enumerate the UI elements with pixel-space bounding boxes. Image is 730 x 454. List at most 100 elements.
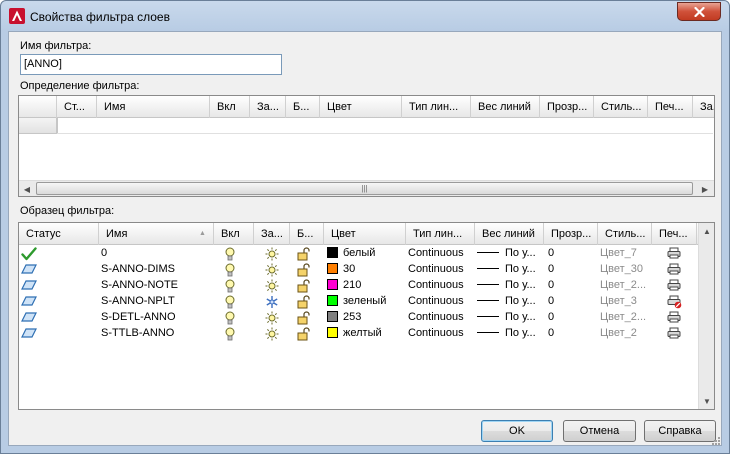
unlock-icon[interactable] <box>297 245 324 261</box>
linetype[interactable]: Continuous <box>408 325 475 341</box>
filter-name-input[interactable]: [ANNO] <box>20 54 282 75</box>
lineweight[interactable]: По у... <box>477 261 544 277</box>
thaw-sun-icon[interactable] <box>265 261 290 277</box>
lineweight[interactable]: По у... <box>477 309 544 325</box>
layer-on-bulb-icon[interactable] <box>224 293 254 309</box>
scrollbar-thumb[interactable]: ||| <box>36 182 693 195</box>
plot-printer-icon[interactable] <box>667 277 697 293</box>
layer-row[interactable]: S-TTLB-ANNO желтый Continuous По у... 0 Цвет_… <box>19 325 714 341</box>
transparency[interactable]: 0 <box>548 325 598 341</box>
layer-color[interactable]: белый <box>327 245 406 261</box>
layer-on-bulb-icon[interactable] <box>224 277 254 293</box>
thaw-sun-icon[interactable] <box>265 277 290 293</box>
scroll-up-icon[interactable]: ▲ <box>699 223 714 239</box>
prev-col-4[interactable]: Б... <box>290 223 324 245</box>
ok-button[interactable]: OK <box>481 420 553 442</box>
layer-color[interactable]: зеленый <box>327 293 406 309</box>
unlock-icon[interactable] <box>297 261 324 277</box>
layer-name[interactable]: 0 <box>101 245 214 261</box>
layer-row[interactable]: S-ANNO-NPLT зеленый Continuous По у... 0 Цвет… <box>19 293 714 309</box>
layer-color[interactable]: 210 <box>327 277 406 293</box>
lineweight[interactable]: По у... <box>477 293 544 309</box>
linetype[interactable]: Continuous <box>408 309 475 325</box>
unlock-icon[interactable] <box>297 325 324 341</box>
close-button[interactable] <box>677 2 721 21</box>
cancel-button[interactable]: Отмена <box>563 420 636 442</box>
unlock-icon[interactable] <box>297 293 324 309</box>
prev-col-3[interactable]: За... <box>254 223 290 245</box>
lineweight[interactable]: По у... <box>477 245 544 261</box>
transparency[interactable]: 0 <box>548 309 598 325</box>
no-plot-printer-icon[interactable] <box>667 293 697 309</box>
layer-name[interactable]: S-ANNO-NPLT <box>101 293 214 309</box>
layer-name[interactable]: S-ANNO-NOTE <box>101 277 214 293</box>
layer-status-icon[interactable] <box>21 277 99 293</box>
layer-on-bulb-icon[interactable] <box>224 325 254 341</box>
layer-on-bulb-icon[interactable] <box>224 309 254 325</box>
scroll-left-icon[interactable]: ◀ <box>19 181 35 196</box>
scroll-right-icon[interactable]: ▶ <box>697 181 713 196</box>
scroll-down-icon[interactable]: ▼ <box>699 393 714 409</box>
definition-empty-row[interactable] <box>57 118 713 134</box>
transparency[interactable]: 0 <box>548 277 598 293</box>
title-bar[interactable]: Свойства фильтра слоев <box>1 1 729 31</box>
def-col-9[interactable]: Стиль... <box>594 96 648 118</box>
transparency[interactable]: 0 <box>548 293 598 309</box>
unlock-icon[interactable] <box>297 277 324 293</box>
layer-color[interactable]: 253 <box>327 309 406 325</box>
def-col-3[interactable]: За... <box>250 96 286 118</box>
plot-printer-icon[interactable] <box>667 325 697 341</box>
def-col-5[interactable]: Цвет <box>320 96 402 118</box>
filter-definition-grid[interactable]: Ст... Имя Вкл За... Б... Цвет Тип лин... Вес ли… <box>18 95 715 197</box>
def-col-11[interactable]: За... <box>693 96 714 118</box>
prev-col-1[interactable]: Имя <box>99 223 214 245</box>
def-col-10[interactable]: Печ... <box>648 96 693 118</box>
thaw-sun-icon[interactable] <box>265 309 290 325</box>
prev-col-8[interactable]: Прозр... <box>544 223 598 245</box>
linetype[interactable]: Continuous <box>408 293 475 309</box>
layer-status-icon[interactable] <box>21 293 99 309</box>
layer-on-bulb-icon[interactable] <box>224 261 254 277</box>
lineweight[interactable]: По у... <box>477 325 544 341</box>
layer-name[interactable]: S-ANNO-DIMS <box>101 261 214 277</box>
prev-col-0[interactable]: Статус <box>19 223 99 245</box>
def-col-8[interactable]: Прозр... <box>540 96 594 118</box>
prev-col-9[interactable]: Стиль... <box>598 223 652 245</box>
layer-row[interactable]: S-DETL-ANNO 253 Continuous По у... 0 Цвет_2..… <box>19 309 714 325</box>
preview-vertical-scrollbar[interactable]: ▲ ▼ <box>698 223 714 409</box>
lineweight[interactable]: По у... <box>477 277 544 293</box>
layer-status-icon[interactable] <box>21 309 99 325</box>
layer-color[interactable]: 30 <box>327 261 406 277</box>
layer-name[interactable]: S-DETL-ANNO <box>101 309 214 325</box>
def-col-0[interactable]: Ст... <box>57 96 97 118</box>
linetype[interactable]: Continuous <box>408 245 475 261</box>
prev-col-2[interactable]: Вкл <box>214 223 254 245</box>
def-col-7[interactable]: Вес линий <box>471 96 540 118</box>
help-button[interactable]: Справка <box>644 420 716 442</box>
def-col-1[interactable]: Имя <box>97 96 210 118</box>
unlock-icon[interactable] <box>297 309 324 325</box>
resize-grip-icon[interactable] <box>711 436 721 446</box>
thaw-sun-icon[interactable] <box>265 245 290 261</box>
def-col-6[interactable]: Тип лин... <box>402 96 471 118</box>
transparency[interactable]: 0 <box>548 245 598 261</box>
layer-row[interactable]: S-ANNO-DIMS 30 Continuous По у... 0 Цвет_30 <box>19 261 714 277</box>
layer-name[interactable]: S-TTLB-ANNO <box>101 325 214 341</box>
plot-printer-icon[interactable] <box>667 261 697 277</box>
layer-row[interactable]: S-ANNO-NOTE 210 Continuous По у... 0 Цвет_2..… <box>19 277 714 293</box>
plot-printer-icon[interactable] <box>667 245 697 261</box>
freeze-snowflake-icon[interactable] <box>265 293 290 309</box>
linetype[interactable]: Continuous <box>408 277 475 293</box>
linetype[interactable]: Continuous <box>408 261 475 277</box>
def-col-2[interactable]: Вкл <box>210 96 250 118</box>
filter-preview-grid[interactable]: Статус Имя Вкл За... Б... Цвет Тип лин... Вес л… <box>18 222 715 410</box>
prev-col-6[interactable]: Тип лин... <box>406 223 475 245</box>
transparency[interactable]: 0 <box>548 261 598 277</box>
thaw-sun-icon[interactable] <box>265 325 290 341</box>
layer-status-icon[interactable] <box>21 261 99 277</box>
prev-col-7[interactable]: Вес линий <box>475 223 544 245</box>
plot-printer-icon[interactable] <box>667 309 697 325</box>
prev-col-10[interactable]: Печ... <box>652 223 697 245</box>
def-col-4[interactable]: Б... <box>286 96 320 118</box>
layer-status-icon[interactable] <box>21 325 99 341</box>
